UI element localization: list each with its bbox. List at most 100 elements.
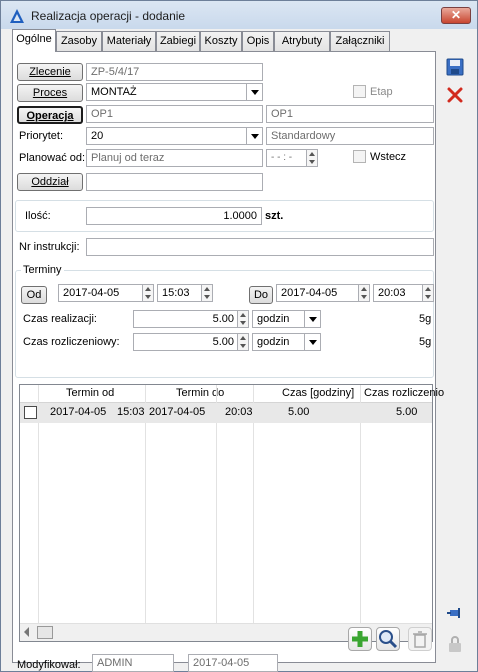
czas-rozliczeniowy-unit: godzin bbox=[257, 336, 290, 348]
time-placeholder: - - : - bbox=[271, 152, 293, 163]
zlecenie-field[interactable]: ZP-5/4/17 bbox=[86, 63, 263, 81]
search-button[interactable] bbox=[376, 627, 400, 651]
row-do-date: 2017-04-05 bbox=[149, 406, 206, 418]
priorytet-name-field[interactable]: Standardowy bbox=[266, 127, 434, 145]
dialog-window: Realizacja operacji - dodanie ✕ Ogólne Z… bbox=[0, 0, 478, 672]
modyfikowal-date-field[interactable]: 2017-04-05 bbox=[188, 654, 278, 672]
do-date-field[interactable]: 2017-04-05 bbox=[276, 284, 370, 302]
save-button[interactable] bbox=[444, 56, 466, 78]
do-time-value: 20:03 bbox=[378, 287, 406, 299]
chevron-down-icon[interactable] bbox=[246, 128, 262, 144]
row-czas: 5.00 bbox=[288, 406, 310, 418]
row-od-time: 15:03 bbox=[117, 406, 145, 418]
czas-rozliczeniowy-short: 5g bbox=[419, 336, 432, 348]
priorytet-value: 20 bbox=[91, 130, 104, 142]
col-czas[interactable]: Czas [godziny] bbox=[282, 387, 354, 399]
proces-value: MONTAŻ bbox=[91, 86, 137, 98]
operacja-code-field[interactable]: OP1 bbox=[86, 105, 263, 123]
table-row[interactable]: 2017-04-05 15:03 2017-04-05 20:03 5.00 5… bbox=[20, 403, 432, 423]
od-date-spinner[interactable] bbox=[142, 285, 153, 301]
col-czas-rozliczeniowy[interactable]: Czas rozliczenio bbox=[364, 387, 444, 399]
tab-opis[interactable]: Opis bbox=[242, 31, 274, 51]
tab-ogolne[interactable]: Ogólne bbox=[12, 29, 56, 52]
planowac-time-field[interactable]: - - : - bbox=[266, 149, 318, 167]
col-termin-do[interactable]: Termin do bbox=[176, 387, 224, 399]
tab-zasoby[interactable]: Zasoby bbox=[56, 31, 102, 51]
oddzial-button[interactable]: Oddział bbox=[17, 173, 83, 191]
terminy-title: Terminy bbox=[21, 264, 64, 276]
ilosc-field[interactable]: 1.0000 bbox=[86, 207, 262, 225]
ilosc-label: Ilość: bbox=[25, 210, 51, 222]
pin-button[interactable] bbox=[444, 602, 466, 624]
tab-zalaczniki[interactable]: Załączniki bbox=[330, 31, 390, 51]
lock-icon bbox=[449, 636, 461, 652]
search-icon bbox=[379, 630, 398, 649]
row-checkbox[interactable] bbox=[24, 406, 37, 419]
oddzial-field[interactable] bbox=[86, 173, 263, 191]
planowac-label: Planować od: bbox=[19, 152, 86, 164]
czas-realizacji-short: 5g bbox=[419, 313, 432, 325]
od-date-value: 2017-04-05 bbox=[63, 287, 120, 299]
operacja-button[interactable]: Operacja bbox=[17, 106, 83, 124]
czas-rozliczeniowy-field[interactable]: 5.00 bbox=[133, 333, 249, 351]
app-logo-icon bbox=[10, 9, 24, 23]
window-title: Realizacja operacji - dodanie bbox=[31, 9, 186, 23]
tab-zabiegi[interactable]: Zabiegi bbox=[156, 31, 200, 51]
col-termin-od[interactable]: Termin od bbox=[66, 387, 114, 399]
etap-checkbox[interactable] bbox=[353, 85, 366, 98]
wstecz-label: Wstecz bbox=[370, 151, 407, 163]
scroll-left-icon[interactable] bbox=[24, 627, 29, 637]
chevron-down-icon[interactable] bbox=[246, 84, 262, 100]
row-do-time: 20:03 bbox=[225, 406, 253, 418]
czas-rozliczeniowy-spinner[interactable] bbox=[237, 334, 248, 350]
zlecenie-button[interactable]: Zlecenie bbox=[17, 63, 83, 81]
od-button[interactable]: Od bbox=[21, 286, 47, 304]
czas-realizacji-spinner[interactable] bbox=[237, 311, 248, 327]
planowac-field[interactable]: Planuj od teraz bbox=[86, 149, 263, 167]
title-bar: Realizacja operacji - dodanie ✕ bbox=[1, 1, 477, 29]
row-czas-rozl: 5.00 bbox=[396, 406, 418, 418]
trash-icon bbox=[413, 631, 427, 648]
od-time-field[interactable]: 15:03 bbox=[157, 284, 213, 302]
chevron-down-icon[interactable] bbox=[304, 311, 320, 327]
do-time-spinner[interactable] bbox=[422, 285, 433, 301]
modyfikowal-label: Modyfikował: bbox=[17, 659, 81, 671]
proces-button[interactable]: Proces bbox=[17, 84, 83, 102]
client-area: Ogólne Zasoby Materiały Zabiegi Koszty O… bbox=[8, 29, 472, 672]
tab-materialy[interactable]: Materiały bbox=[102, 31, 156, 51]
czas-realizacji-unit-select[interactable]: godzin bbox=[252, 310, 321, 328]
czas-realizacji-unit: godzin bbox=[257, 313, 290, 325]
proces-select[interactable]: MONTAŻ bbox=[86, 83, 263, 101]
do-date-spinner[interactable] bbox=[358, 285, 369, 301]
od-time-spinner[interactable] bbox=[201, 285, 212, 301]
modyfikowal-user-field[interactable]: ADMIN bbox=[92, 654, 174, 672]
czas-realizacji-label: Czas realizacji: bbox=[23, 313, 97, 325]
wstecz-checkbox[interactable] bbox=[353, 150, 366, 163]
cancel-button[interactable] bbox=[444, 84, 466, 106]
lock-button[interactable] bbox=[444, 633, 466, 655]
time-spinner[interactable] bbox=[306, 150, 317, 166]
operacja-name-field[interactable]: OP1 bbox=[266, 105, 434, 123]
do-button[interactable]: Do bbox=[249, 286, 273, 304]
od-date-field[interactable]: 2017-04-05 bbox=[58, 284, 154, 302]
add-button[interactable] bbox=[348, 627, 372, 651]
priorytet-label: Priorytet: bbox=[19, 130, 64, 142]
tab-atrybuty[interactable]: Atrybuty bbox=[274, 31, 330, 51]
close-button[interactable]: ✕ bbox=[441, 7, 471, 24]
do-time-field[interactable]: 20:03 bbox=[373, 284, 434, 302]
scroll-thumb[interactable] bbox=[37, 626, 53, 639]
od-time-value: 15:03 bbox=[162, 287, 190, 299]
nr-instrukcji-field[interactable] bbox=[86, 238, 434, 256]
chevron-down-icon[interactable] bbox=[304, 334, 320, 350]
czas-rozliczeniowy-value: 5.00 bbox=[212, 336, 234, 348]
delete-button[interactable] bbox=[408, 627, 432, 651]
nr-instrukcji-label: Nr instrukcji: bbox=[19, 241, 80, 253]
cancel-icon bbox=[447, 87, 463, 103]
ilosc-unit: szt. bbox=[265, 210, 284, 222]
priorytet-select[interactable]: 20 bbox=[86, 127, 263, 145]
czas-realizacji-field[interactable]: 5.00 bbox=[133, 310, 249, 328]
pin-icon bbox=[447, 608, 460, 618]
tab-koszty[interactable]: Koszty bbox=[200, 31, 242, 51]
czas-rozliczeniowy-unit-select[interactable]: godzin bbox=[252, 333, 321, 351]
czas-rozliczeniowy-label: Czas rozliczeniowy: bbox=[23, 336, 120, 348]
